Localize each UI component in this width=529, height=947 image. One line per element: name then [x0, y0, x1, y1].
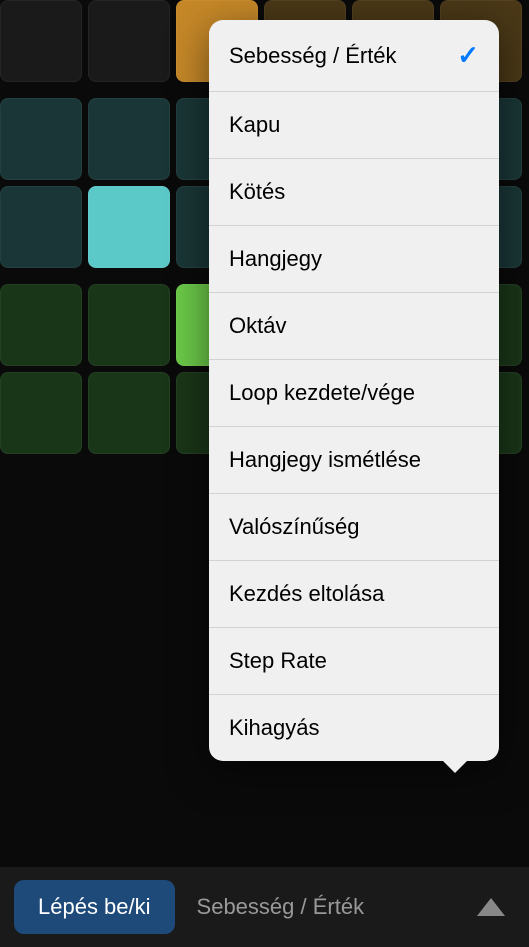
checkmark-icon: ✓: [457, 40, 479, 71]
popup-item-gate[interactable]: Kapu: [209, 92, 499, 159]
popup-item-label: Sebesség / Érték: [229, 43, 397, 69]
popup-item-label: Kötés: [229, 179, 285, 205]
popup-item-label: Kapu: [229, 112, 280, 138]
popup-item-octave[interactable]: Oktáv: [209, 293, 499, 360]
grid-cell[interactable]: [0, 98, 82, 180]
popup-item-start-offset[interactable]: Kezdés eltolása: [209, 561, 499, 628]
grid-cell[interactable]: [88, 284, 170, 366]
step-toggle-button[interactable]: Lépés be/ki: [14, 880, 175, 934]
popup-item-label: Hangjegy ismétlése: [229, 447, 421, 473]
grid-cell[interactable]: [0, 284, 82, 366]
edit-mode-button[interactable]: Sebesség / Érték: [189, 894, 463, 920]
popup-item-label: Kezdés eltolása: [229, 581, 384, 607]
popup-item-label: Step Rate: [229, 648, 327, 674]
edit-mode-popup: Sebesség / Érték ✓ Kapu Kötés Hangjegy O…: [209, 20, 499, 761]
grid-cell[interactable]: [0, 186, 82, 268]
popup-item-label: Loop kezdete/vége: [229, 380, 415, 406]
popup-item-label: Kihagyás: [229, 715, 320, 741]
popup-item-tie[interactable]: Kötés: [209, 159, 499, 226]
bottom-toolbar: Lépés be/ki Sebesség / Érték: [0, 867, 529, 947]
popup-item-skip[interactable]: Kihagyás: [209, 695, 499, 761]
popup-item-loop-start-end[interactable]: Loop kezdete/vége: [209, 360, 499, 427]
popup-item-probability[interactable]: Valószínűség: [209, 494, 499, 561]
triangle-up-icon[interactable]: [477, 898, 505, 916]
popup-item-label: Oktáv: [229, 313, 286, 339]
popup-item-velocity-value[interactable]: Sebesség / Érték ✓: [209, 20, 499, 92]
popup-item-label: Hangjegy: [229, 246, 322, 272]
grid-cell[interactable]: [88, 186, 170, 268]
popup-item-label: Valószínűség: [229, 514, 359, 540]
grid-cell[interactable]: [0, 0, 82, 82]
grid-cell[interactable]: [88, 0, 170, 82]
grid-cell[interactable]: [88, 98, 170, 180]
popup-item-step-rate[interactable]: Step Rate: [209, 628, 499, 695]
grid-cell[interactable]: [88, 372, 170, 454]
popup-item-note-repeat[interactable]: Hangjegy ismétlése: [209, 427, 499, 494]
popup-item-note[interactable]: Hangjegy: [209, 226, 499, 293]
grid-cell[interactable]: [0, 372, 82, 454]
